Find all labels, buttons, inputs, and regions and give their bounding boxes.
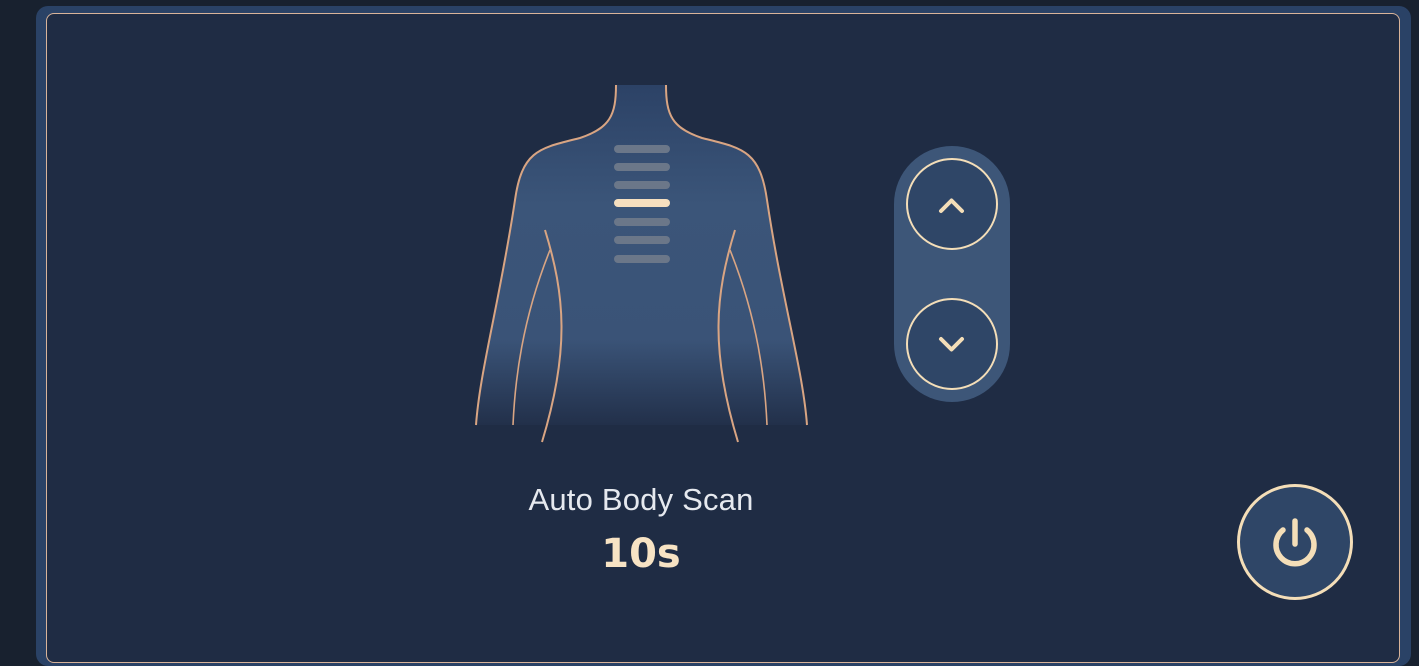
- spine-segment-4-active: [614, 199, 670, 207]
- chevron-up-icon: [939, 198, 964, 213]
- spine-segment-7: [614, 255, 670, 263]
- power-button[interactable]: [1237, 484, 1353, 600]
- mode-label: Auto Body Scan: [528, 482, 754, 517]
- move-up-button[interactable]: [906, 158, 998, 250]
- spine-segment-5: [614, 218, 670, 226]
- body-silhouette-icon: [475, 84, 808, 443]
- chevron-down-icon: [939, 337, 964, 352]
- spine-segment-1: [614, 145, 670, 153]
- spine-segment-6: [614, 236, 670, 244]
- spine-segment-2: [614, 163, 670, 171]
- move-down-button[interactable]: [906, 298, 998, 390]
- timer-value: 10s: [601, 531, 681, 577]
- power-icon: [1273, 518, 1317, 567]
- spine-segment-3: [614, 181, 670, 189]
